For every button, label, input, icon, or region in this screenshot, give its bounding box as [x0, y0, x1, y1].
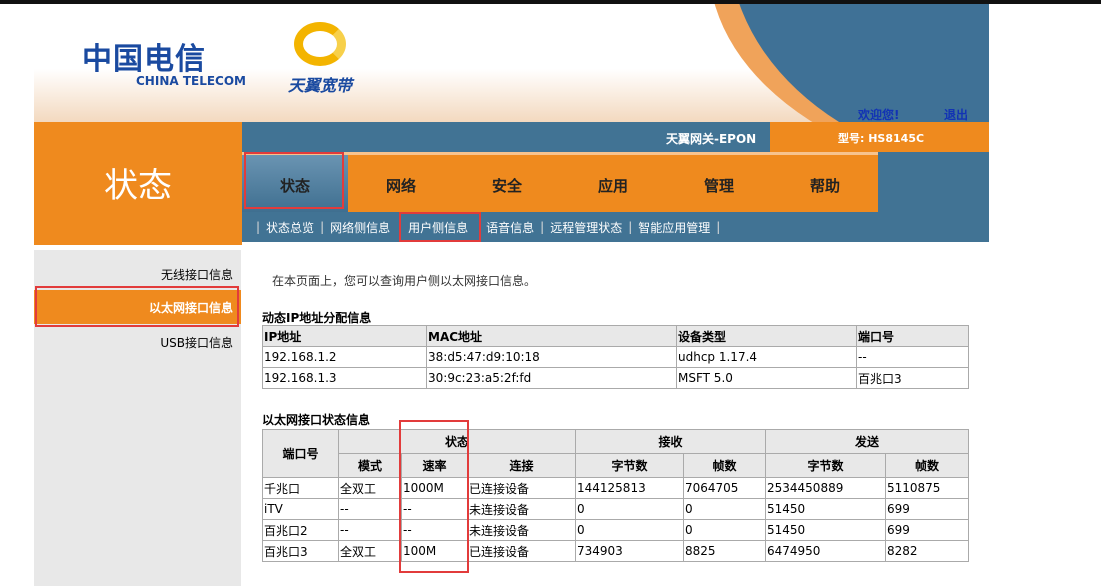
- table-row: 千兆口全双工1000M已连接设备144125813706470525344508…: [263, 478, 969, 499]
- info-bar: 天翼网关-EPON 型号: HS8145C: [242, 122, 989, 152]
- subnav-wan-info[interactable]: 网络侧信息: [330, 219, 390, 236]
- cell: 全双工: [339, 541, 402, 562]
- table-row: 百兆口2----未连接设备0051450699: [263, 520, 969, 541]
- cell: 699: [886, 520, 969, 541]
- cell: 百兆口2: [263, 520, 339, 541]
- logout-link[interactable]: 退出: [944, 106, 968, 122]
- cell: 0: [684, 520, 766, 541]
- cell: 8282: [886, 541, 969, 562]
- col-recv: 接收: [576, 430, 766, 454]
- intro-text: 在本页面上，您可以查询用户侧以太网接口信息。: [272, 272, 536, 289]
- sidebar-item-usb[interactable]: USB接口信息: [160, 334, 233, 351]
- section-title: 状态: [34, 122, 242, 245]
- tab-security[interactable]: 安全: [454, 155, 560, 212]
- col-rx-frames: 帧数: [684, 454, 766, 478]
- model-label: 型号: HS8145C: [770, 122, 989, 152]
- tab-management[interactable]: 管理: [666, 155, 772, 212]
- col-mac: MAC地址: [427, 326, 677, 347]
- subnav-voice-info[interactable]: 语音信息: [486, 219, 534, 236]
- col-port: 端口号: [263, 430, 339, 478]
- cell: 全双工: [339, 478, 402, 499]
- col-device: 设备类型: [677, 326, 857, 347]
- brand-text: 天翼宽带: [288, 72, 352, 96]
- tianyi-ring-icon: [294, 22, 346, 66]
- cell: 0: [684, 499, 766, 520]
- cell: 已连接设备: [468, 478, 576, 499]
- col-ip: IP地址: [263, 326, 427, 347]
- main-nav: 状态 网络 安全 应用 管理 帮助: [242, 152, 989, 212]
- dhcp-table: IP地址MAC地址设备类型端口号 192.168.1.238:d5:47:d9:…: [262, 325, 969, 389]
- table-row: 百兆口3全双工100M已连接设备734903882564749508282: [263, 541, 969, 562]
- cell: 百兆口3: [263, 541, 339, 562]
- cell: 192.168.1.2: [263, 347, 427, 368]
- logo-cn: 中国电信: [82, 34, 246, 78]
- cell: 699: [886, 499, 969, 520]
- cell: MSFT 5.0: [677, 368, 857, 389]
- col-mode: 模式: [339, 454, 402, 478]
- cell: 百兆口3: [857, 368, 969, 389]
- table-row: iTV----未连接设备0051450699: [263, 499, 969, 520]
- col-rx-bytes: 字节数: [576, 454, 684, 478]
- subnav-overview[interactable]: 状态总览: [266, 219, 314, 236]
- tab-application[interactable]: 应用: [560, 155, 666, 212]
- welcome-link[interactable]: 欢迎您!: [858, 106, 899, 122]
- highlight-box: [244, 152, 344, 209]
- china-telecom-logo: 中国电信 CHINA TELECOM: [82, 34, 246, 88]
- highlight-box: [399, 212, 481, 242]
- dhcp-title: 动态IP地址分配信息: [262, 309, 371, 326]
- cell: udhcp 1.17.4: [677, 347, 857, 368]
- content: 在本页面上，您可以查询用户侧以太网接口信息。 动态IP地址分配信息 IP地址MA…: [242, 245, 989, 586]
- table-row: 192.168.1.238:d5:47:d9:10:18udhcp 1.17.4…: [263, 347, 969, 368]
- logo-en: CHINA TELECOM: [136, 74, 246, 88]
- table-row: 192.168.1.330:9c:23:a5:2f:fdMSFT 5.0百兆口3: [263, 368, 969, 389]
- cell: 7064705: [684, 478, 766, 499]
- cell: 144125813: [576, 478, 684, 499]
- cell: 千兆口: [263, 478, 339, 499]
- tianyi-logo: 天翼宽带: [288, 22, 352, 96]
- col-tx-frames: 帧数: [886, 454, 969, 478]
- cell: 2534450889: [766, 478, 886, 499]
- cell: 51450: [766, 520, 886, 541]
- subnav-remote-mgmt[interactable]: 远程管理状态: [550, 219, 622, 236]
- cell: 5110875: [886, 478, 969, 499]
- gateway-name: 天翼网关-EPON: [666, 130, 756, 147]
- highlight-box: [35, 286, 239, 327]
- cell: 0: [576, 499, 684, 520]
- cell: 0: [576, 520, 684, 541]
- tab-help[interactable]: 帮助: [772, 155, 878, 212]
- cell: 未连接设备: [468, 499, 576, 520]
- col-port: 端口号: [857, 326, 969, 347]
- eth-title: 以太网接口状态信息: [262, 411, 370, 428]
- col-send: 发送: [766, 430, 969, 454]
- col-conn: 连接: [468, 454, 576, 478]
- cell: iTV: [263, 499, 339, 520]
- cell: 51450: [766, 499, 886, 520]
- sidebar-item-wlan[interactable]: 无线接口信息: [161, 266, 233, 283]
- sub-nav: |状态总览 |网络侧信息 用户侧信息 语音信息 |远程管理状态 |智能应用管理 …: [242, 212, 989, 242]
- cell: 8825: [684, 541, 766, 562]
- tab-network[interactable]: 网络: [348, 155, 454, 212]
- cell: 未连接设备: [468, 520, 576, 541]
- cell: --: [857, 347, 969, 368]
- cell: --: [339, 520, 402, 541]
- cell: 6474950: [766, 541, 886, 562]
- col-tx-bytes: 字节数: [766, 454, 886, 478]
- cell: 192.168.1.3: [263, 368, 427, 389]
- eth-table: 端口号状态接收发送 模式速率连接字节数帧数字节数帧数 千兆口全双工1000M已连…: [262, 429, 969, 562]
- subnav-smart-app[interactable]: 智能应用管理: [638, 219, 710, 236]
- highlight-box: [399, 420, 469, 573]
- cell: --: [339, 499, 402, 520]
- cell: 38:d5:47:d9:10:18: [427, 347, 677, 368]
- cell: 30:9c:23:a5:2f:fd: [427, 368, 677, 389]
- cell: 已连接设备: [468, 541, 576, 562]
- header-banner: 中国电信 CHINA TELECOM 天翼宽带 欢迎您! 退出: [34, 4, 989, 122]
- cell: 734903: [576, 541, 684, 562]
